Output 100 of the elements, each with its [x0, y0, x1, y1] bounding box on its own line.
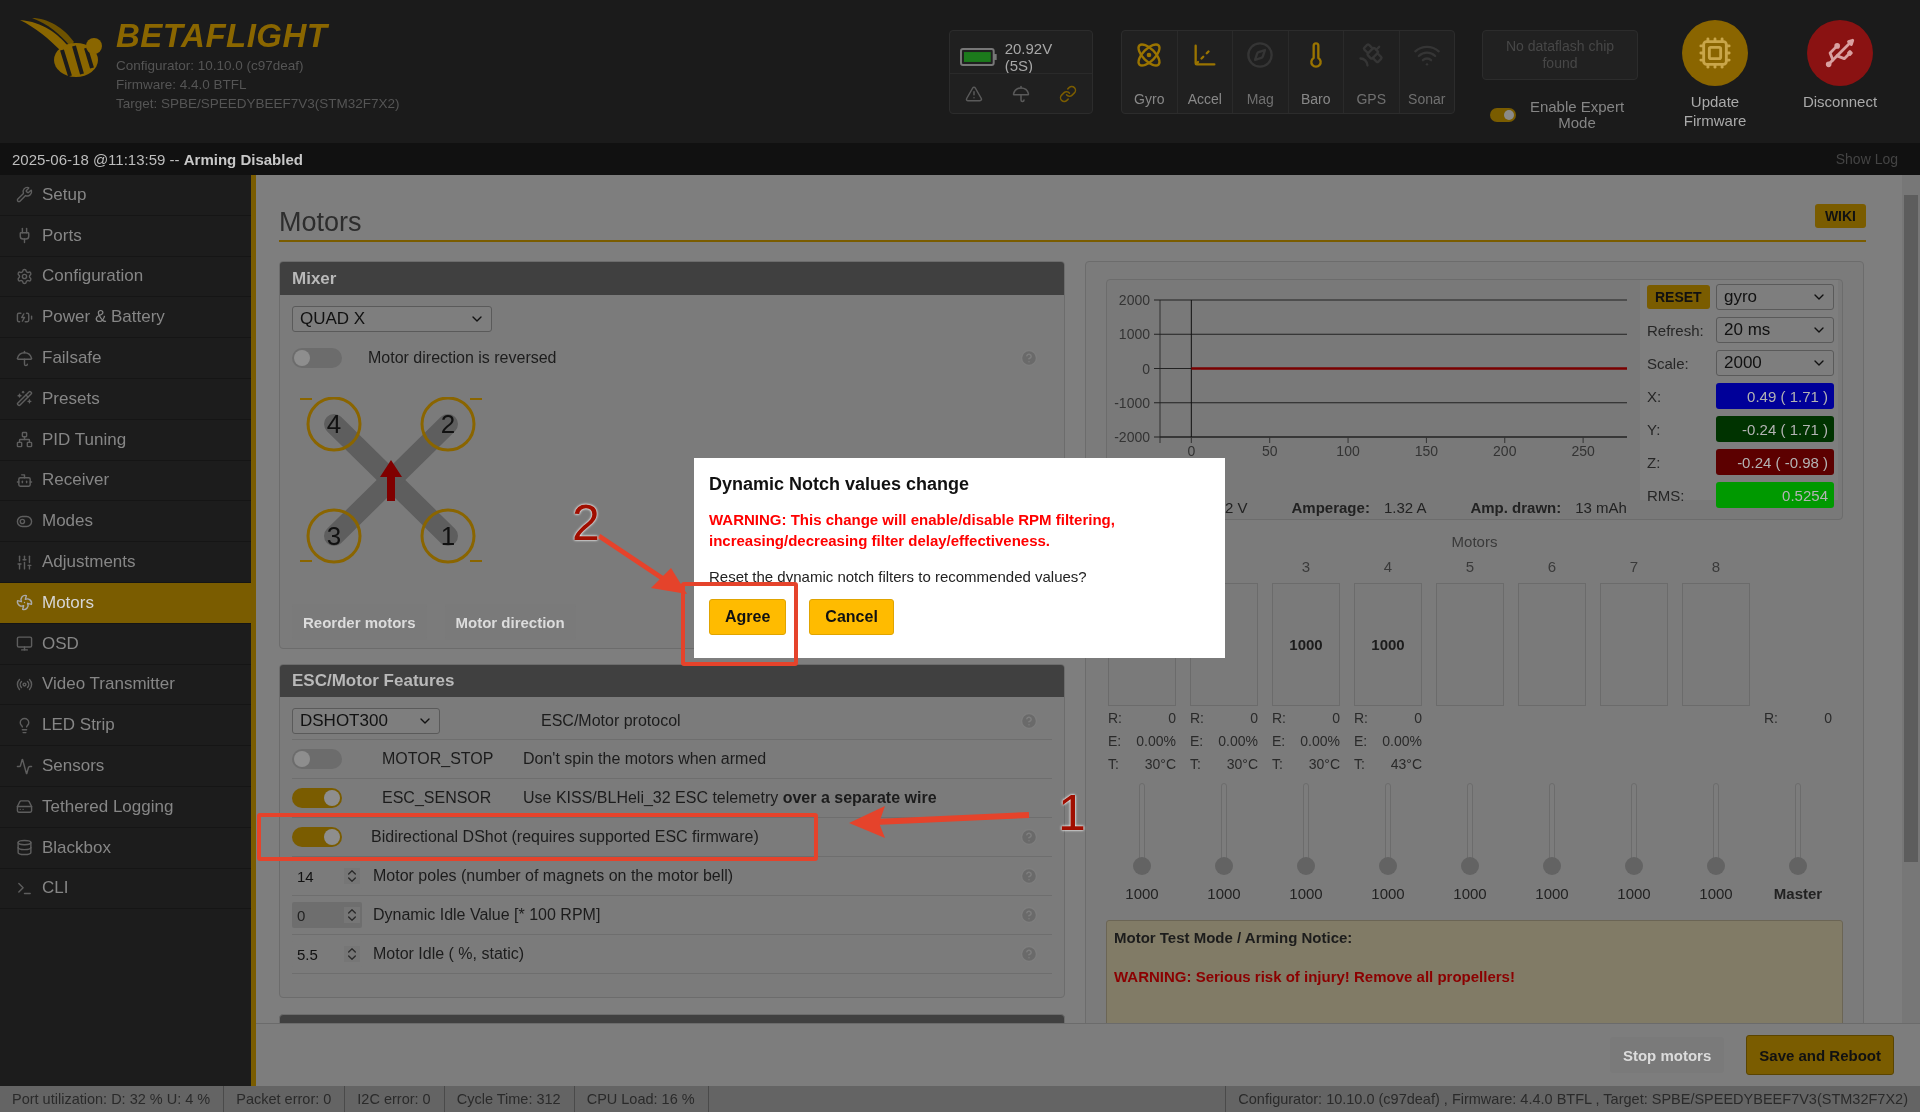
slider-thumb[interactable] — [1461, 857, 1479, 875]
telemetry-value: 0 — [1414, 709, 1422, 726]
toggle-switch[interactable] — [292, 749, 342, 769]
arming-status: 2025-06-18 @11:13:59 -- Arming Disabled — [12, 150, 303, 168]
slider-thumb[interactable] — [1543, 857, 1561, 875]
slider-thumb[interactable] — [1297, 857, 1315, 875]
slider-value: 1000 — [1207, 885, 1241, 904]
slider-value: 1000 — [1371, 885, 1405, 904]
spinner-icon — [344, 868, 360, 884]
sensor-indicator: Gyro — [1122, 31, 1178, 113]
setting-label: Refresh: — [1647, 321, 1704, 339]
tick-label: 2000 — [1118, 292, 1150, 308]
telemetry-value: 43°C — [1390, 755, 1422, 772]
feature-name: ESC_SENSOR — [382, 789, 493, 807]
motor-slider[interactable] — [1707, 783, 1725, 875]
slider-thumb[interactable] — [1625, 857, 1643, 875]
motor-number: 1 — [440, 521, 456, 551]
usb-icon — [1823, 36, 1857, 70]
motor-slider[interactable] — [1297, 783, 1315, 875]
annotation-number: 2 — [572, 498, 600, 548]
setting-dropdown[interactable]: 2000 — [1716, 350, 1834, 377]
tick-label: 50 — [1261, 443, 1278, 459]
robot-icon — [16, 471, 33, 489]
motor-slider[interactable] — [1379, 783, 1397, 875]
feature-description: Use KISS/BLHeli_32 ESC telemetry over a separate wire — [523, 789, 938, 807]
reset-button[interactable]: RESET — [1647, 285, 1710, 310]
slider-value: 1000 — [1699, 885, 1733, 904]
tick-label: 1000 — [1118, 326, 1150, 343]
toggle-switch[interactable] — [292, 788, 342, 808]
motor-slider[interactable] — [1133, 783, 1151, 875]
monitor-icon — [16, 635, 33, 653]
umbrella-icon — [16, 349, 33, 367]
telemetry-label: R: — [1108, 709, 1122, 726]
telemetry-label: Amp. drawn: — [1470, 499, 1562, 516]
slider-thumb[interactable] — [1133, 857, 1151, 875]
update-firmware-button[interactable]: Update Firmware — [1675, 20, 1755, 130]
agree-button[interactable]: Agree — [709, 599, 787, 635]
tick-label: 100 — [1336, 443, 1360, 459]
link-icon[interactable] — [1059, 84, 1078, 103]
axis-label: RMS: — [1647, 486, 1685, 504]
save-reboot-button[interactable]: Save and Reboot — [1746, 1035, 1894, 1075]
status-item: Cycle Time: 312 — [444, 1086, 575, 1112]
slider-thumb[interactable] — [1379, 857, 1397, 875]
setting-label: Scale: — [1647, 354, 1689, 372]
setting-dropdown[interactable]: 20 ms — [1716, 317, 1834, 344]
notice-warning: WARNING: Serious risk of injury! Remove all propellers! — [1114, 968, 1516, 985]
telemetry-value: 1.32 A — [1383, 499, 1427, 516]
tick-label: 200 — [1493, 443, 1517, 459]
chip-icon — [1698, 36, 1732, 70]
status-item: Packet error: 0 — [224, 1086, 346, 1112]
toggle-label: Motor direction is reversed — [368, 349, 558, 367]
slider-value: 1000 — [1617, 885, 1651, 904]
warning-icon — [964, 84, 983, 103]
toggle-switch[interactable] — [292, 348, 342, 368]
motor-slider[interactable] — [1461, 783, 1479, 875]
axis-label: Z: — [1647, 453, 1661, 471]
mixer-dropdown[interactable]: QUAD X — [292, 306, 492, 332]
cancel-button[interactable]: Cancel — [809, 599, 894, 635]
slider-thumb[interactable] — [1707, 857, 1725, 875]
tick-label: 250 — [1571, 443, 1595, 459]
telemetry-value: 30°C — [1308, 755, 1340, 772]
slider-thumb[interactable] — [1789, 857, 1807, 875]
telemetry-value: 0 — [1250, 709, 1258, 726]
status-item: I2C error: 0 — [345, 1086, 445, 1112]
slider-thumb[interactable] — [1215, 857, 1233, 875]
sensor-dropdown[interactable]: gyro — [1716, 284, 1834, 311]
telemetry-label: E: — [1108, 732, 1122, 749]
motor-output-value: 1000 — [1371, 636, 1405, 653]
drive-icon — [16, 798, 33, 816]
sensor-indicator: Accel — [1177, 31, 1233, 113]
slider-value: 1000 — [1289, 885, 1323, 904]
section-label: Motors — [1451, 533, 1498, 550]
telemetry-label: R: — [1190, 709, 1204, 726]
sensor-indicator: Mag — [1233, 31, 1289, 113]
pulse-icon — [16, 757, 33, 775]
scrollbar[interactable] — [1902, 175, 1920, 1023]
expert-mode-toggle[interactable] — [1490, 108, 1516, 122]
wrench-icon — [16, 186, 33, 204]
telemetry-value: 0 — [1824, 709, 1832, 726]
axis-readout: -0.24 ( -0.98 ) — [1716, 449, 1834, 476]
slider-value: 1000 — [1535, 885, 1569, 904]
feature-description: Motor Idle ( %, static) — [373, 945, 526, 963]
sliders-icon — [16, 553, 33, 571]
protocol-dropdown[interactable]: DSHOT300 — [292, 707, 440, 734]
telemetry-label: T: — [1108, 755, 1119, 772]
telemetry-label: T: — [1272, 755, 1283, 772]
toggle-switch[interactable] — [292, 827, 342, 847]
spinner-icon — [344, 907, 360, 923]
tick-label: 0 — [1142, 360, 1150, 377]
motor-label: 4 — [1383, 557, 1393, 575]
motor-slider[interactable] — [1215, 783, 1233, 875]
master-slider[interactable] — [1789, 783, 1807, 875]
wiki-button[interactable]: WIKI — [1814, 204, 1866, 228]
version-text: Firmware: 4.4.0 BTFL — [116, 76, 248, 94]
sidebar-item[interactable]: Motors — [0, 582, 251, 624]
motor-slider[interactable] — [1625, 783, 1643, 875]
motor-slider[interactable] — [1543, 783, 1561, 875]
umbrella-icon — [1012, 84, 1030, 103]
telemetry-value: 0.00% — [1300, 732, 1340, 749]
tick-label: -2000 — [1114, 429, 1150, 445]
